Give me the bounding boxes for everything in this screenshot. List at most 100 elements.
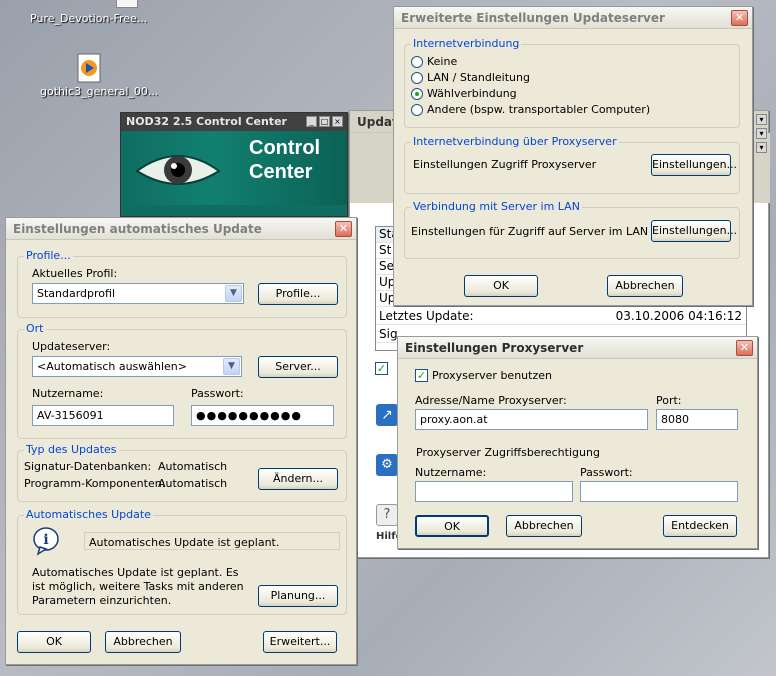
desktop-icon-label: Pure_Devotion-Free...: [30, 12, 148, 25]
radio-label: LAN / Standleitung: [427, 71, 530, 84]
port-field[interactable]: 8080: [656, 409, 738, 430]
proxy-settings-button[interactable]: Einstellungen...: [651, 154, 737, 176]
cancel-button[interactable]: Abbrechen: [607, 275, 683, 297]
dialog-title: Einstellungen Proxyserver: [405, 341, 584, 355]
dialog-titlebar: Erweiterte Einstellungen Updateserver ✕: [394, 7, 752, 29]
proxy-username-field[interactable]: [415, 481, 573, 502]
desktop-icon-gothic3[interactable]: gothic3_general_00...: [28, 53, 158, 98]
update-type-group: Typ des Updates Signatur-Datenbanken: Au…: [17, 443, 347, 502]
group-label: Internetverbindung über Proxyserver: [411, 135, 619, 148]
updateserver-combo[interactable]: <Automatisch auswählen> ▼: [32, 356, 242, 377]
maximize-button[interactable]: □: [319, 116, 330, 127]
group-label: Internetverbindung: [411, 37, 522, 50]
profiles-button[interactable]: Profile...: [258, 283, 338, 305]
proxy-address-field[interactable]: proxy.aon.at: [415, 409, 648, 430]
close-button[interactable]: ✕: [736, 340, 753, 356]
proxy-settings-label: Einstellungen Zugriff Proxyserver: [413, 158, 597, 171]
nod32-banner: Control Center: [121, 131, 347, 205]
radio-label: Keine: [427, 55, 458, 68]
auto-update-description: Automatisches Update ist geplant. Es ist…: [32, 566, 244, 607]
advanced-button[interactable]: Erweitert...: [263, 631, 337, 653]
current-profile-label: Aktuelles Profil:: [32, 267, 118, 280]
right-scroll-buttons: ▾ ▾ ▾: [756, 112, 770, 172]
close-button[interactable]: ×: [332, 116, 343, 127]
location-group: Ort Updateserver: <Automatisch auswählen…: [17, 322, 347, 439]
group-label: Typ des Updates: [24, 443, 119, 456]
profiles-group: Profile... Aktuelles Profil: Standardpro…: [17, 249, 347, 318]
radio-other[interactable]: [411, 104, 423, 116]
desktop-icon-label: gothic3_general_00...: [40, 85, 159, 98]
group-label: Verbindung mit Server im LAN: [411, 200, 582, 213]
help-icon[interactable]: ?: [376, 504, 398, 526]
dialog-title: Erweiterte Einstellungen Updateserver: [401, 11, 665, 25]
dialog-title: Einstellungen automatisches Update: [13, 222, 262, 236]
updateserver-value: <Automatisch auswählen>: [37, 360, 187, 373]
proxy-password-label: Passwort:: [580, 466, 633, 479]
scroll-button[interactable]: ▾: [756, 114, 767, 125]
radio-label: Wählverbindung: [427, 87, 517, 100]
radio-lan[interactable]: [411, 72, 423, 84]
signature-value: Automatisch: [158, 460, 228, 473]
lan-connection-group: Verbindung mit Server im LAN Einstellung…: [404, 200, 740, 259]
close-button[interactable]: ✕: [335, 221, 352, 237]
last-update-value: 03.10.2006 04:16:12: [615, 309, 742, 323]
scroll-button[interactable]: ▾: [756, 128, 767, 139]
auto-update-settings-dialog: Einstellungen automatisches Update ✕ Pro…: [5, 217, 357, 665]
nod32-title: NOD32 2.5 Control Center: [126, 115, 287, 128]
username-label: Nutzername:: [32, 387, 104, 400]
dialog-titlebar: Einstellungen Proxyserver ✕: [398, 337, 757, 359]
extended-server-settings-dialog: Erweiterte Einstellungen Updateserver ✕ …: [393, 6, 753, 306]
use-proxy-checkbox[interactable]: ✓: [415, 369, 428, 382]
internet-connection-group: Internetverbindung Keine LAN / Standleit…: [404, 37, 740, 128]
settings-link-icon[interactable]: ⚙: [376, 454, 398, 476]
signature-label: Signatur-Datenbanken:: [24, 460, 152, 473]
scroll-button[interactable]: ▾: [756, 142, 767, 153]
group-label: Ort: [24, 322, 46, 335]
close-button[interactable]: ✕: [731, 10, 748, 26]
update-row-last-update: Letztes Update: 03.10.2006 04:16:12: [376, 309, 746, 325]
change-button[interactable]: Ändern...: [258, 468, 338, 490]
server-button[interactable]: Server...: [258, 356, 338, 378]
proxy-address-label: Adresse/Name Proxyserver:: [415, 394, 567, 407]
arrow-link-icon[interactable]: ↗: [376, 404, 398, 426]
minimize-button[interactable]: _: [306, 116, 317, 127]
document-icon: [116, 0, 138, 8]
username-field[interactable]: AV-3156091: [32, 405, 174, 426]
info-icon: i: [33, 527, 59, 556]
radio-dialup[interactable]: [411, 88, 423, 100]
proxy-auth-label: Proxyserver Zugriffsberechtigung: [416, 446, 600, 459]
nod32-control-center-window: NOD32 2.5 Control Center _ □ × Control C…: [120, 112, 348, 217]
auto-update-status: Automatisches Update ist geplant.: [84, 532, 340, 550]
updateserver-label: Updateserver:: [32, 340, 111, 353]
ok-button[interactable]: OK: [464, 275, 538, 297]
banner-text-center: Center: [249, 161, 313, 183]
desktop-icon-pure-devotion[interactable]: Pure_Devotion-Free...: [30, 0, 160, 25]
program-value: Automatisch: [158, 477, 228, 490]
chevron-down-icon[interactable]: ▼: [225, 285, 242, 302]
last-update-label: Letztes Update:: [379, 309, 474, 323]
profile-combo[interactable]: Standardprofil ▼: [32, 283, 244, 304]
proxy-connection-group: Internetverbindung über Proxyserver Eins…: [404, 135, 740, 194]
ok-button[interactable]: OK: [17, 631, 91, 653]
lan-settings-button[interactable]: Einstellungen...: [651, 220, 737, 242]
program-label: Programm-Komponenten:: [24, 477, 166, 490]
chevron-down-icon[interactable]: ▼: [223, 358, 240, 375]
planning-button[interactable]: Planung...: [258, 585, 338, 607]
auto-update-group: Automatisches Update i Automatisches Upd…: [17, 508, 347, 615]
media-file-icon: [77, 53, 101, 83]
radio-none[interactable]: [411, 56, 423, 68]
cancel-button[interactable]: Abbrechen: [105, 631, 181, 653]
port-label: Port:: [656, 394, 682, 407]
proxy-password-field[interactable]: [580, 481, 738, 502]
password-label: Passwort:: [191, 387, 244, 400]
lan-settings-label: Einstellungen für Zugriff auf Server im …: [411, 225, 649, 238]
profile-value: Standardprofil: [37, 287, 116, 300]
group-label: Profile...: [24, 249, 73, 262]
update-checkbox[interactable]: ✓: [375, 362, 388, 375]
svg-text:i: i: [43, 532, 48, 548]
password-field[interactable]: ●●●●●●●●●●: [191, 405, 334, 426]
eye-logo-icon: [135, 155, 221, 185]
detect-button[interactable]: Entdecken: [663, 515, 737, 537]
cancel-button[interactable]: Abbrechen: [506, 515, 582, 537]
ok-button[interactable]: OK: [415, 515, 489, 537]
